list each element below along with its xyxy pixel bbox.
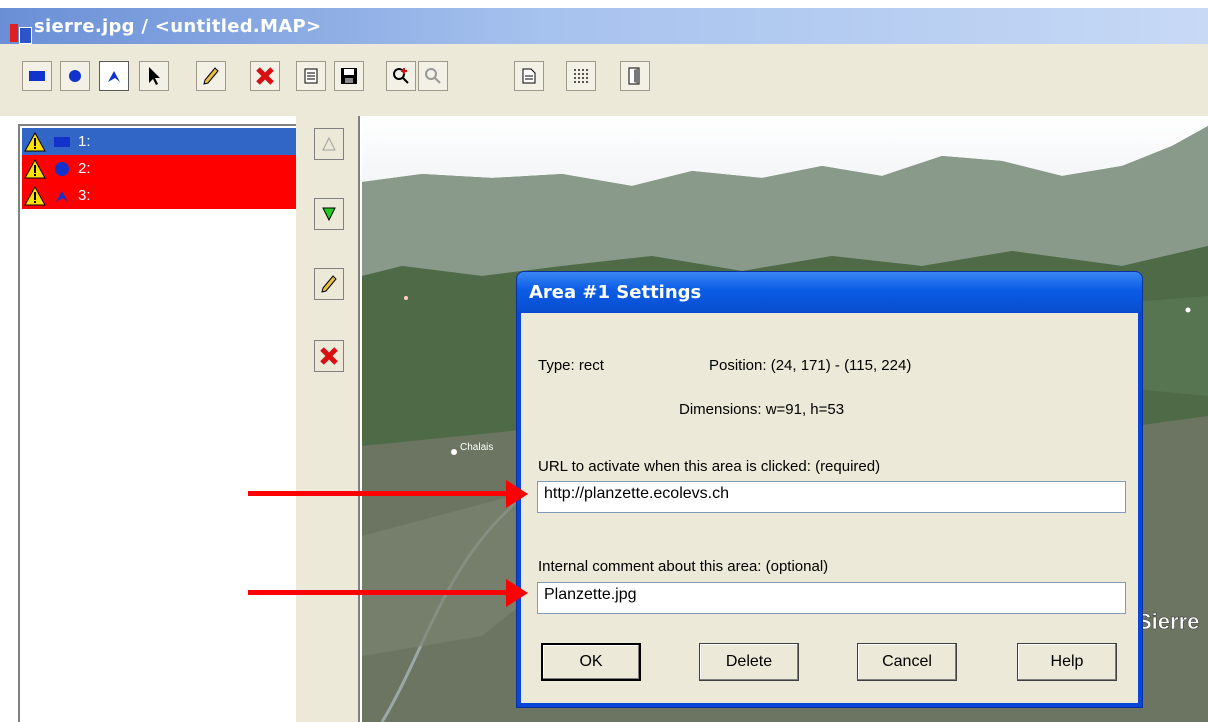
area-label: 3: — [78, 187, 91, 204]
polygon-icon — [108, 71, 120, 82]
pointer-tool-button[interactable] — [139, 61, 169, 91]
delete-x-icon — [320, 347, 338, 365]
pencil-icon — [321, 275, 337, 293]
up-triangle-icon — [322, 137, 336, 151]
circle-icon — [55, 161, 69, 176]
circle-tool-button[interactable] — [60, 61, 90, 91]
area-list-item-3[interactable]: 3: — [22, 182, 296, 209]
comment-input[interactable]: Planzette.jpg — [537, 582, 1126, 614]
delete-tool-button[interactable] — [250, 61, 280, 91]
exit-tool-button[interactable] — [620, 61, 650, 91]
window-title: sierre.jpg / <untitled.MAP> — [34, 16, 322, 37]
comment-label: Internal comment about this area: (optio… — [538, 558, 829, 575]
delete-x-icon — [256, 67, 274, 85]
annotation-arrow-comment — [248, 590, 508, 595]
pointer-icon — [149, 67, 160, 85]
ok-button[interactable]: OK — [541, 643, 641, 681]
grid-icon — [574, 69, 588, 83]
url-label: URL to activate when this area is clicke… — [538, 458, 881, 475]
delete-button[interactable]: Delete — [699, 643, 799, 681]
area-settings-dialog: Area #1 Settings Type: rect Position: (2… — [516, 271, 1143, 708]
html-tool-button[interactable] — [514, 61, 544, 91]
zoom-out-tool-button[interactable] — [418, 61, 448, 91]
help-button[interactable]: Help — [1017, 643, 1117, 681]
app-icon — [10, 24, 32, 44]
circle-icon — [69, 70, 81, 82]
zoom-in-icon — [393, 68, 409, 84]
properties-icon — [304, 68, 318, 84]
zoom-in-tool-button[interactable] — [386, 61, 416, 91]
rectangle-icon — [54, 136, 70, 147]
area-position-text: Position: (24, 171) - (115, 224) — [709, 357, 912, 374]
warning-icon — [24, 131, 46, 151]
area-label: 2: — [78, 160, 91, 177]
town-label-sierre: Sierre — [1137, 609, 1199, 634]
pencil-icon — [203, 67, 219, 85]
delete-area-button[interactable] — [314, 340, 344, 372]
properties-tool-button[interactable] — [296, 61, 326, 91]
exit-door-icon — [628, 67, 640, 85]
area-list: 1: 2: 3: — [18, 124, 296, 722]
down-triangle-icon — [322, 207, 336, 221]
dialog-title-bar[interactable]: Area #1 Settings — [517, 272, 1142, 312]
polygon-icon — [56, 190, 68, 202]
cancel-button[interactable]: Cancel — [857, 643, 957, 681]
town-label-chalais: Chalais — [460, 442, 493, 453]
annotation-arrowhead-url — [506, 480, 528, 508]
dialog-title: Area #1 Settings — [529, 282, 702, 303]
warning-icon — [24, 185, 46, 205]
document-icon — [522, 68, 536, 84]
area-label: 1: — [78, 133, 91, 150]
edit-area-button[interactable] — [314, 268, 344, 300]
url-input[interactable]: http://planzette.ecolevs.ch — [537, 481, 1126, 513]
area-list-item-2[interactable]: 2: — [22, 155, 296, 182]
toolbar — [0, 44, 1208, 116]
move-up-button[interactable] — [314, 128, 344, 160]
save-tool-button[interactable] — [334, 61, 364, 91]
dialog-body: Type: rect Position: (24, 171) - (115, 2… — [521, 313, 1138, 703]
edit-tool-button[interactable] — [196, 61, 226, 91]
move-down-button[interactable] — [314, 198, 344, 230]
annotation-arrow-url — [248, 491, 508, 496]
annotation-arrowhead-comment — [506, 579, 528, 607]
area-dimensions-text: Dimensions: w=91, h=53 — [679, 401, 845, 418]
save-disk-icon — [341, 68, 357, 84]
grid-tool-button[interactable] — [566, 61, 596, 91]
area-type-text: Type: rect — [538, 357, 604, 374]
area-list-item-1[interactable]: 1: — [22, 128, 296, 155]
warning-icon — [24, 158, 46, 178]
polygon-tool-button[interactable] — [99, 61, 129, 91]
rectangle-tool-button[interactable] — [22, 61, 52, 91]
rectangle-icon — [29, 71, 45, 81]
zoom-out-icon — [425, 68, 441, 84]
